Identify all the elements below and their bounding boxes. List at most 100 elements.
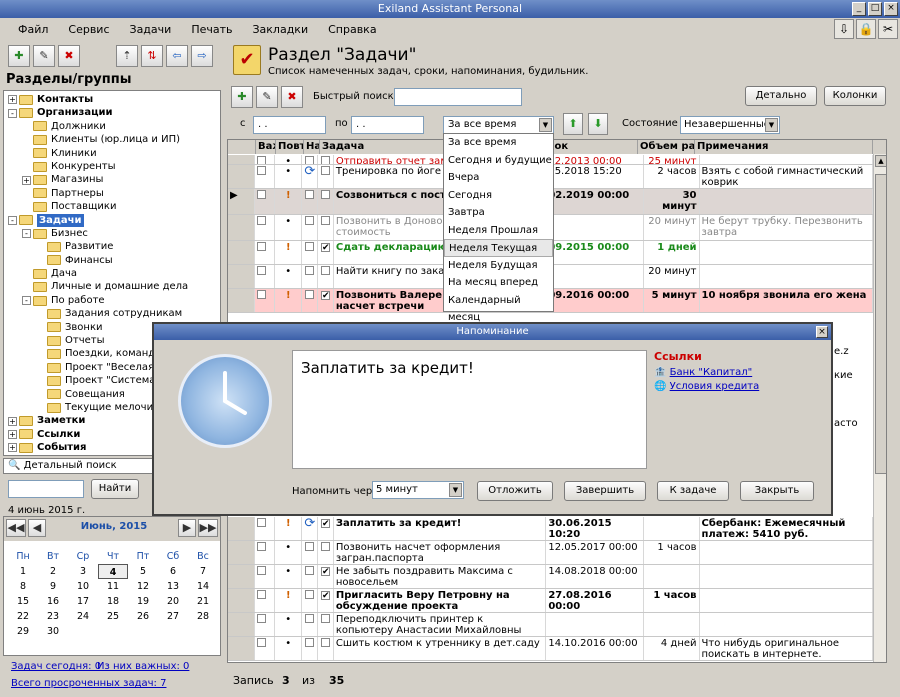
to-date-input[interactable]: . .: [351, 116, 424, 134]
col-header-notes[interactable]: Примечания: [695, 140, 873, 154]
important-tasks-link[interactable]: Из них важных: 0: [97, 661, 189, 672]
period-option[interactable]: Сегодня: [444, 187, 553, 205]
calendar-day[interactable]: 28: [188, 609, 218, 624]
tree-item[interactable]: + Магазины: [4, 173, 220, 186]
scroll-up-icon[interactable]: ▲: [875, 155, 886, 167]
reminder-checkbox[interactable]: [321, 567, 330, 576]
today-tasks-link[interactable]: Задач сегодня: 0: [11, 661, 101, 672]
tree-item[interactable]: Должники: [4, 120, 220, 133]
remind-select[interactable]: 5 минут ▼: [372, 481, 464, 499]
arrow-right-icon[interactable]: ⇨: [191, 45, 213, 67]
calendar-day[interactable]: 5: [128, 564, 158, 579]
reminder-checkbox[interactable]: [321, 190, 330, 199]
tree-item[interactable]: Поставщики: [4, 200, 220, 213]
expand-icon[interactable]: +: [22, 175, 31, 185]
expand-icon[interactable]: +: [8, 443, 17, 453]
calendar-day[interactable]: 3: [68, 564, 98, 579]
snooze-button[interactable]: Отложить: [477, 481, 553, 501]
period-option[interactable]: Календарный месяц: [444, 292, 553, 324]
select-checkbox[interactable]: [257, 266, 267, 275]
select-checkbox[interactable]: [257, 638, 267, 647]
col-header-important[interactable]: Важ: [256, 140, 276, 154]
grid-scrollbar[interactable]: ▲: [873, 154, 886, 662]
calendar-day[interactable]: 8: [8, 579, 38, 594]
calendar-day[interactable]: 19: [128, 594, 158, 609]
tree-item[interactable]: - Организации: [4, 106, 220, 119]
repeat-checkbox[interactable]: [305, 156, 315, 164]
complete-button[interactable]: Завершить: [564, 481, 646, 501]
next-year-button[interactable]: ▶▶: [198, 519, 218, 537]
calendar-day[interactable]: 6: [158, 564, 188, 579]
calendar-day[interactable]: 29: [8, 624, 38, 639]
table-row[interactable]: • Не забыть поздравить Максима с новосель…: [228, 565, 874, 589]
menu-service[interactable]: Сервис: [58, 23, 119, 36]
left-search-input[interactable]: [8, 480, 84, 498]
period-option[interactable]: Неделя Прошлая: [444, 222, 553, 240]
columns-button[interactable]: Колонки: [824, 86, 886, 106]
reminder-checkbox[interactable]: [321, 591, 330, 600]
period-option[interactable]: На месяц вперед: [444, 274, 553, 292]
close-button[interactable]: ×: [884, 2, 898, 16]
minimize-button[interactable]: _: [852, 2, 866, 16]
tree-item[interactable]: Клиенты (юр.лица и ИП): [4, 133, 220, 146]
calendar-day[interactable]: 4: [98, 564, 128, 579]
menu-tasks[interactable]: Задачи: [120, 23, 182, 36]
table-row[interactable]: • Позвонить насчет оформления загран.пасп…: [228, 541, 874, 565]
collapse-icon[interactable]: -: [22, 229, 31, 239]
calendar-day[interactable]: 25: [98, 609, 128, 624]
select-checkbox[interactable]: [257, 518, 267, 527]
edit-task-icon[interactable]: ✎: [256, 86, 278, 108]
repeat-checkbox[interactable]: [305, 242, 315, 251]
overdue-tasks-link[interactable]: Всего просроченных задач: 7: [11, 678, 166, 689]
calendar-day[interactable]: 10: [68, 579, 98, 594]
repeat-checkbox[interactable]: [305, 542, 315, 551]
calendar-day[interactable]: 11: [98, 579, 128, 594]
tree-item[interactable]: - Бизнес: [4, 227, 220, 240]
collapse-icon[interactable]: -: [8, 108, 17, 118]
calendar-day[interactable]: 13: [158, 579, 188, 594]
reminder-checkbox[interactable]: [321, 156, 330, 164]
menu-bookmarks[interactable]: Закладки: [242, 23, 318, 36]
from-date-input[interactable]: . .: [253, 116, 326, 134]
table-row[interactable]: • Сшить костюм к утреннику в дет.саду 14.1…: [228, 637, 874, 661]
menu-print[interactable]: Печать: [181, 23, 242, 36]
delete-group-icon[interactable]: ✖: [58, 45, 80, 67]
reminder-checkbox[interactable]: [321, 266, 330, 275]
link-bank[interactable]: Банк "Капитал": [670, 367, 753, 378]
menu-file[interactable]: Файл: [8, 23, 58, 36]
reminder-checkbox[interactable]: [321, 542, 330, 551]
tree-item[interactable]: Развитие: [4, 240, 220, 253]
repeat-checkbox[interactable]: [305, 638, 315, 647]
select-checkbox[interactable]: [257, 542, 267, 551]
calendar-day[interactable]: 1: [8, 564, 38, 579]
tree-item[interactable]: Финансы: [4, 254, 220, 267]
reminder-checkbox[interactable]: [321, 166, 330, 175]
tree-item[interactable]: Задания сотрудникам: [4, 307, 220, 320]
select-checkbox[interactable]: [257, 166, 267, 175]
calendar-day[interactable]: 23: [38, 609, 68, 624]
state-select[interactable]: Незавершенные ▼: [680, 116, 780, 134]
prev-month-button[interactable]: ◀: [28, 519, 46, 537]
download-icon[interactable]: ⇩: [834, 19, 854, 39]
table-row[interactable]: • Переподключить принтер к копьютеру Анас…: [228, 613, 874, 637]
period-option[interactable]: Вчера: [444, 169, 553, 187]
tree-item[interactable]: Личные и домашние дела: [4, 280, 220, 293]
calendar-day[interactable]: 30: [38, 624, 68, 639]
calendar-day[interactable]: 9: [38, 579, 68, 594]
tree-item[interactable]: Партнеры: [4, 187, 220, 200]
edit-group-icon[interactable]: ✎: [33, 45, 55, 67]
repeat-checkbox[interactable]: [305, 266, 315, 275]
select-checkbox[interactable]: [257, 156, 267, 164]
add-group-icon[interactable]: ✚: [8, 45, 30, 67]
repeat-checkbox[interactable]: [305, 216, 315, 225]
next-month-button[interactable]: ▶: [178, 519, 196, 537]
close-dialog-button[interactable]: Закрыть: [740, 481, 814, 501]
table-row[interactable]: !⟳ Заплатить за кредит!30.06.2015 10:20 Сб…: [228, 517, 874, 541]
arrow-up-icon[interactable]: ⬆: [563, 113, 583, 135]
arrow-down-icon[interactable]: ⬇: [588, 113, 608, 135]
reminder-checkbox[interactable]: [321, 519, 330, 528]
add-task-icon[interactable]: ✚: [231, 86, 253, 108]
calendar-day[interactable]: 15: [8, 594, 38, 609]
quick-search-input[interactable]: [394, 88, 522, 106]
lock-icon[interactable]: 🔒: [856, 19, 876, 39]
